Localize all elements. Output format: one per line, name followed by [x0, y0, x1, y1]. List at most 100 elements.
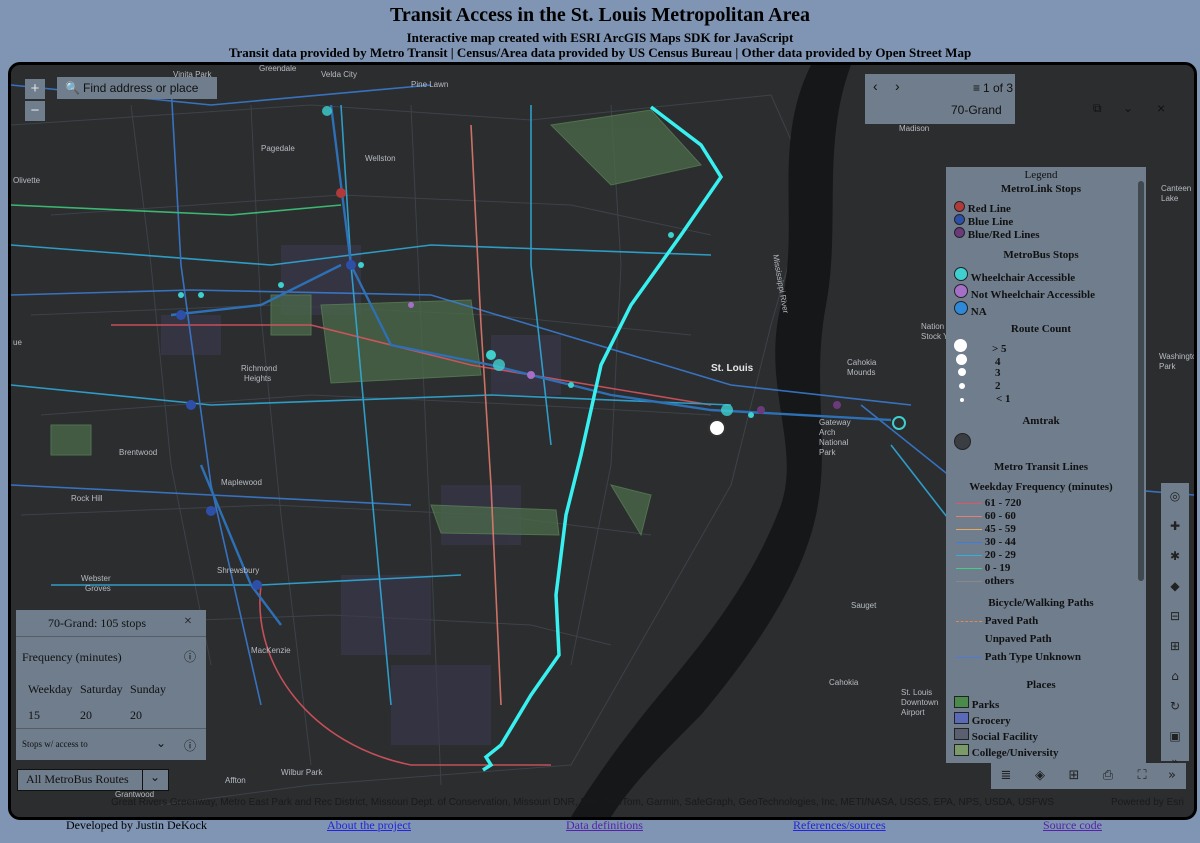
- legend-item-freq-20-29: 20 - 29: [956, 549, 1016, 561]
- legend-item-red-line: Red Line: [954, 201, 1011, 215]
- amtrak-header: Amtrak: [1022, 415, 1060, 427]
- search-input[interactable]: Find address or place: [83, 77, 198, 99]
- svg-text:Shrewsbury: Shrewsbury: [217, 566, 259, 575]
- collapse-toolbar-icon[interactable]: »: [1163, 767, 1181, 785]
- legend-item-route-5: > 5: [954, 339, 1007, 355]
- social-icon[interactable]: ✱: [1166, 547, 1184, 565]
- stops-title: 70-Grand: 105 stops: [48, 616, 146, 630]
- stops-panel[interactable]: 70-Grand: 105 stops × Frequency (minutes…: [16, 610, 206, 760]
- places-header: Places: [1026, 679, 1056, 691]
- svg-text:Washington: Washington: [1159, 352, 1194, 361]
- legend-item-college: College/University: [954, 744, 1059, 759]
- map-view[interactable]: Vinita Park Velda City Pine Lawn Pagedal…: [8, 62, 1197, 820]
- svg-text:Mounds: Mounds: [847, 368, 875, 377]
- svg-text:Richmond: Richmond: [241, 364, 277, 373]
- map-attribution: Great Rivers Greenway, Metro East Park a…: [11, 795, 1194, 811]
- powered-by: Powered by Esri: [1111, 797, 1184, 808]
- svg-text:Wilbur Park: Wilbur Park: [281, 768, 323, 777]
- education-icon[interactable]: ◆: [1166, 577, 1184, 595]
- popup-list-icon[interactable]: ≡: [973, 81, 980, 95]
- legend-item-freq-45-59: 45 - 59: [956, 523, 1016, 535]
- chevron-down-icon[interactable]: ⌄: [156, 736, 166, 751]
- layers-icon[interactable]: ◈: [1031, 767, 1049, 785]
- print-icon[interactable]: ⎙: [1099, 767, 1117, 785]
- hospital-icon[interactable]: ⊞: [1166, 637, 1184, 655]
- popup-next-button[interactable]: ›: [895, 78, 900, 94]
- svg-text:Velda City: Velda City: [321, 70, 357, 79]
- legend-panel[interactable]: Legend MetroLink Stops Red Line Blue Lin…: [946, 167, 1146, 763]
- chevron-down-icon[interactable]: ⌄: [150, 770, 160, 785]
- search-box[interactable]: 🔍 Find address or place: [57, 77, 217, 99]
- basemap-gallery-icon[interactable]: ⊞: [1065, 767, 1083, 785]
- route-select[interactable]: All MetroBus Routes ⌄: [17, 769, 169, 791]
- legend-item-grocery: Grocery: [954, 712, 1011, 727]
- refresh-icon[interactable]: ↻: [1166, 697, 1184, 715]
- svg-text:Rock Hill: Rock Hill: [71, 494, 103, 503]
- popup-close-button[interactable]: ×: [1157, 100, 1165, 116]
- legend-list-icon[interactable]: ≣: [997, 767, 1015, 785]
- svg-text:Maplewood: Maplewood: [221, 478, 262, 487]
- svg-text:Pagedale: Pagedale: [261, 144, 295, 153]
- legend-item-route-3: 3: [958, 367, 1001, 379]
- fullscreen-icon[interactable]: ⛶: [1133, 767, 1151, 785]
- day-sunday: Sunday: [130, 682, 166, 696]
- legend-item-freq-60-60: 60 - 60: [956, 510, 1016, 522]
- legend-item-not-wheelchair: Not Wheelchair Accessible: [954, 284, 1095, 301]
- bus-icon[interactable]: ▣: [1166, 727, 1184, 745]
- legend-item-paved-path: Paved Path: [956, 615, 1038, 627]
- weekday-header: Weekday Frequency (minutes): [969, 481, 1113, 493]
- svg-text:Cahokia: Cahokia: [847, 358, 877, 367]
- info-icon[interactable]: ⓘ: [184, 737, 196, 754]
- divider: [16, 636, 206, 637]
- svg-text:Madison: Madison: [899, 124, 929, 133]
- freq-sunday: 20: [130, 708, 142, 722]
- paths-header: Bicycle/Walking Paths: [988, 597, 1094, 609]
- attribution-text: Great Rivers Greenway, Metro East Park a…: [111, 797, 1055, 808]
- frequency-label: Frequency (minutes): [22, 650, 122, 664]
- svg-text:Gateway: Gateway: [819, 418, 851, 427]
- source-code-link[interactable]: Source code: [1043, 818, 1102, 833]
- legend-item-freq-61-720: 61 - 720: [956, 497, 1021, 509]
- metrolink-header: MetroLink Stops: [1000, 183, 1082, 195]
- legend-item-na: NA: [954, 301, 987, 318]
- popup-prev-button[interactable]: ‹: [873, 78, 878, 94]
- legend-item-freq-others: others: [956, 575, 1014, 587]
- day-weekday: Weekday: [28, 682, 73, 696]
- stops-access-label: Stops w/ access to: [22, 739, 88, 749]
- info-icon[interactable]: ⓘ: [184, 648, 196, 665]
- data-definitions-link[interactable]: Data definitions: [566, 818, 643, 833]
- legend-item-parks: Parks: [954, 696, 999, 711]
- references-link[interactable]: References/sources: [793, 818, 886, 833]
- svg-text:Lake: Lake: [1161, 194, 1179, 203]
- about-link[interactable]: About the project: [327, 818, 411, 833]
- svg-text:Brentwood: Brentwood: [119, 448, 157, 457]
- lines-header: Metro Transit Lines: [993, 461, 1089, 473]
- svg-text:Park: Park: [819, 448, 836, 457]
- day-saturday: Saturday: [80, 682, 123, 696]
- search-icon: 🔍: [65, 81, 80, 95]
- grocery-cart-icon[interactable]: ⊟: [1166, 607, 1184, 625]
- side-toolbar[interactable]: ◎ ✚ ✱ ◆ ⊟ ⊞ ⌂ ↻ ▣ »: [1161, 483, 1189, 769]
- chevron-down-icon[interactable]: ⌄: [1123, 101, 1133, 115]
- legend-item-social-facility: Social Facility: [954, 728, 1038, 743]
- basemap-icon[interactable]: ◎: [1166, 487, 1184, 505]
- medical-icon[interactable]: ✚: [1166, 517, 1184, 535]
- legend-item-blue-line: Blue Line: [954, 214, 1013, 228]
- zoom-out-button[interactable]: −: [25, 101, 45, 121]
- divider: [16, 728, 206, 729]
- legend-scrollbar[interactable]: [1138, 181, 1144, 581]
- legend-item-blue-red-lines: Blue/Red Lines: [954, 227, 1040, 241]
- zoom-in-button[interactable]: +: [25, 79, 45, 99]
- svg-text:Park: Park: [1159, 362, 1176, 371]
- svg-text:Nation: Nation: [921, 322, 944, 331]
- dock-icon[interactable]: ⧉: [1093, 101, 1102, 116]
- svg-text:Groves: Groves: [85, 584, 111, 593]
- home-icon[interactable]: ⌂: [1166, 667, 1184, 685]
- svg-text:St. Louis: St. Louis: [711, 363, 754, 374]
- feature-popup[interactable]: ‹ › ≡ 1 of 3 70-Grand ⧉ ⌄ ×: [865, 74, 1165, 124]
- svg-text:Airport: Airport: [901, 708, 925, 717]
- stops-close-button[interactable]: ×: [184, 614, 192, 630]
- bottom-toolbar[interactable]: ≣ ◈ ⊞ ⎙ ⛶ »: [991, 763, 1186, 789]
- legend-item-route-2: 2: [959, 380, 1001, 392]
- page-footer: Developed by Justin DeKock About the pro…: [0, 816, 1200, 836]
